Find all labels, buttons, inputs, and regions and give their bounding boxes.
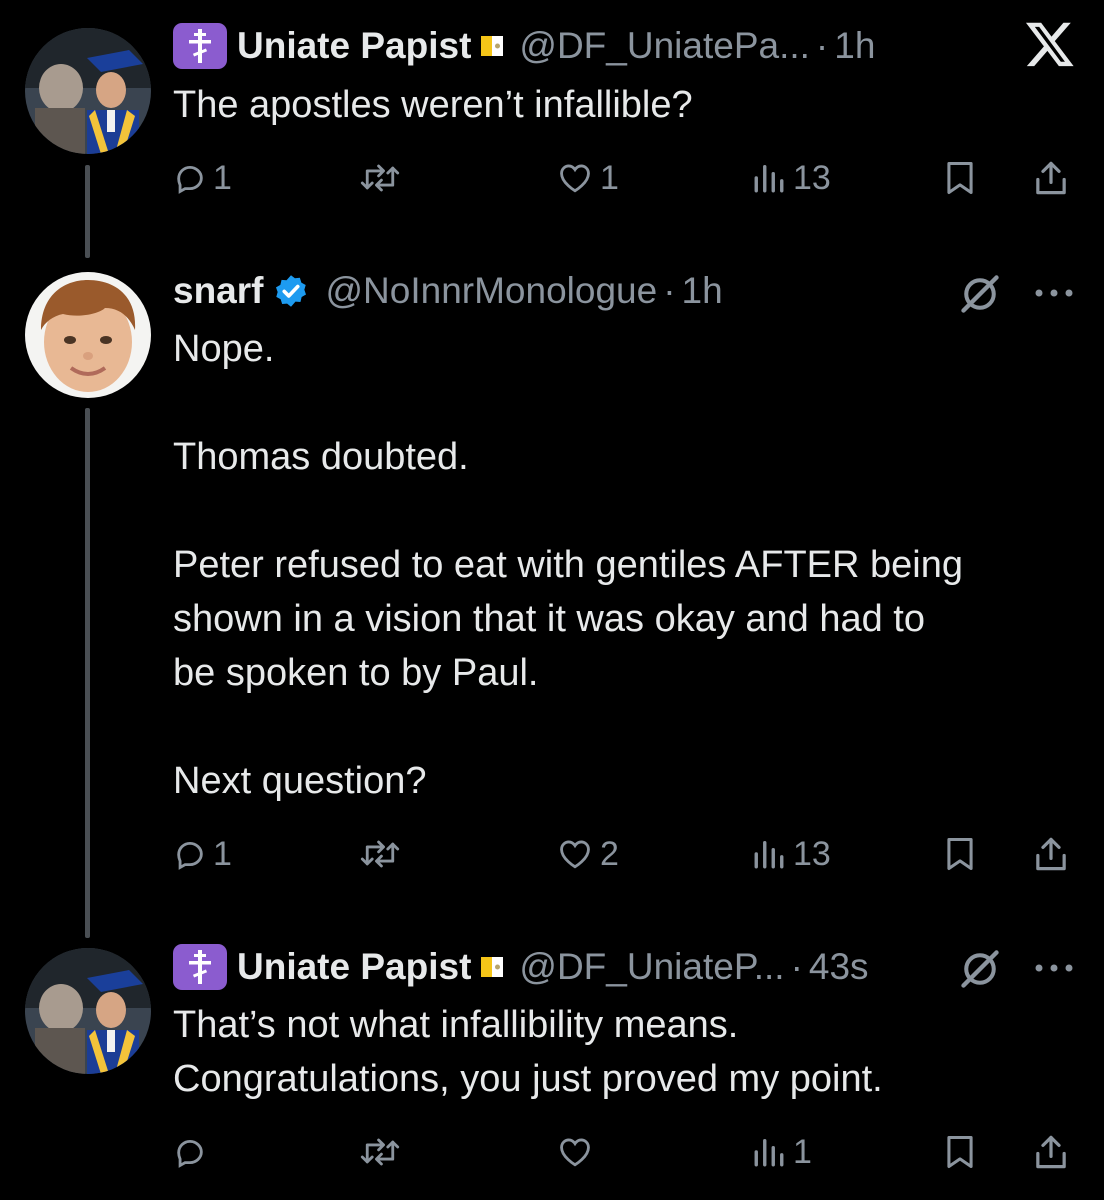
- display-name[interactable]: snarf: [173, 270, 263, 312]
- bookmark-button[interactable]: [943, 1122, 977, 1182]
- action-bar: 1 2 13: [173, 824, 1078, 884]
- reply-count: 1: [213, 834, 232, 873]
- reply-button[interactable]: 1: [173, 148, 232, 208]
- bookmark-button[interactable]: [943, 824, 977, 884]
- retweet-icon: [360, 1138, 400, 1166]
- tweet-header: Uniate Papist @DF_UniateP... · 43s: [173, 937, 869, 997]
- tweet-header: snarf @NoInnrMonologue · 1h: [173, 261, 723, 321]
- views-button[interactable]: 1: [751, 1122, 812, 1182]
- retweet-button[interactable]: [360, 824, 406, 884]
- views-icon: [754, 1138, 784, 1167]
- reply-button[interactable]: 1: [173, 824, 232, 884]
- tweet-text: Nope. Thomas doubted. Peter refused to e…: [173, 328, 963, 802]
- retweet-button[interactable]: [360, 148, 406, 208]
- views-count: 13: [793, 834, 831, 873]
- tweet-header: Uniate Papist @DF_UniatePa... · 1h: [173, 16, 875, 76]
- like-count: 2: [600, 834, 619, 873]
- separator: ·: [663, 270, 676, 311]
- views-count: 1: [793, 1132, 812, 1171]
- bookmark-button[interactable]: [943, 148, 977, 208]
- more-icon[interactable]: [1032, 278, 1076, 308]
- like-icon: [560, 840, 590, 869]
- retweet-icon: [360, 840, 400, 868]
- thread-line: [85, 165, 90, 258]
- verified-badge-icon: [276, 275, 307, 307]
- like-icon: [560, 164, 590, 193]
- orthodox-cross-icon: [173, 23, 227, 69]
- separator: ·: [815, 25, 829, 66]
- action-bar: 1 1 13: [173, 148, 1078, 208]
- retweet-button[interactable]: [360, 1122, 406, 1182]
- views-icon: [754, 840, 784, 869]
- tweet-text: That’s not what infallibility means. Con…: [173, 1004, 883, 1100]
- retweet-icon: [360, 164, 400, 192]
- share-icon: [1036, 1135, 1066, 1169]
- vatican-flag-icon: [481, 957, 504, 977]
- reply-icon: [177, 165, 203, 194]
- share-button[interactable]: [1033, 824, 1069, 884]
- like-count: 1: [600, 158, 619, 197]
- avatar[interactable]: [25, 28, 151, 154]
- bookmark-icon: [947, 161, 973, 195]
- display-name[interactable]: Uniate Papist: [237, 25, 471, 67]
- grok-icon[interactable]: [958, 947, 1002, 991]
- share-button[interactable]: [1033, 148, 1069, 208]
- reply-icon: [177, 841, 203, 870]
- vatican-flag-icon: [481, 36, 504, 56]
- action-bar: 1: [173, 1122, 1078, 1182]
- views-button[interactable]: 13: [751, 824, 831, 884]
- like-button[interactable]: 2: [556, 824, 619, 884]
- bookmark-icon: [947, 1135, 973, 1169]
- timestamp[interactable]: 1h: [834, 25, 875, 67]
- more-icon[interactable]: [1032, 953, 1076, 983]
- user-handle[interactable]: @NoInnrMonologue: [325, 270, 657, 312]
- reply-count: 1: [213, 158, 232, 197]
- reply-icon: [177, 1139, 203, 1168]
- display-name[interactable]: Uniate Papist: [237, 946, 471, 988]
- tweet-text: The apostles weren’t infallible?: [173, 84, 693, 126]
- user-handle[interactable]: @DF_UniatePa...: [519, 25, 810, 67]
- orthodox-cross-icon: [173, 944, 227, 990]
- grok-icon[interactable]: [958, 272, 1002, 316]
- timestamp[interactable]: 1h: [682, 270, 723, 312]
- reply-button[interactable]: [173, 1122, 213, 1182]
- separator: ·: [790, 946, 803, 987]
- bookmark-icon: [947, 837, 973, 871]
- share-icon: [1036, 161, 1066, 195]
- x-logo-icon[interactable]: [1024, 18, 1076, 70]
- avatar[interactable]: [25, 948, 151, 1074]
- share-button[interactable]: [1033, 1122, 1069, 1182]
- thread-line: [85, 408, 90, 938]
- views-button[interactable]: 13: [751, 148, 831, 208]
- views-icon: [754, 164, 784, 193]
- like-button[interactable]: [556, 1122, 600, 1182]
- share-icon: [1036, 837, 1066, 871]
- user-handle[interactable]: @DF_UniateP...: [519, 946, 784, 988]
- views-count: 13: [793, 158, 831, 197]
- like-button[interactable]: 1: [556, 148, 619, 208]
- avatar[interactable]: [25, 272, 151, 398]
- like-icon: [560, 1138, 590, 1167]
- timestamp[interactable]: 43s: [809, 946, 869, 988]
